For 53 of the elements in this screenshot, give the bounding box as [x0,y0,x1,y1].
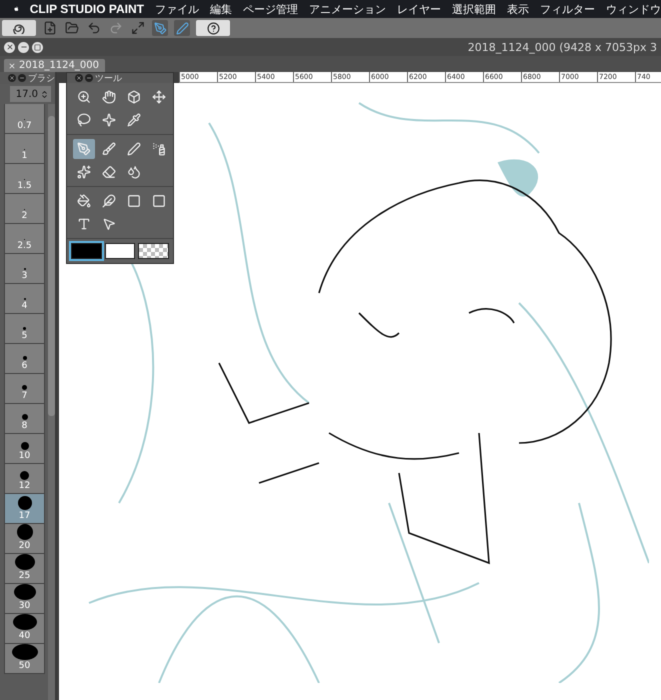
brush-size-item[interactable]: 30 [4,584,45,614]
brush-size-item[interactable]: 17 [4,494,45,524]
minimize-icon[interactable] [18,42,29,52]
spiral-logo-button[interactable] [2,20,36,36]
app-name[interactable]: CLIP STUDIO PAINT [30,2,144,16]
menu-item[interactable]: ウィンドウ [606,2,661,16]
brush-size-item[interactable]: 10 [4,434,45,464]
spiral-icon [12,22,26,34]
brush-size-item[interactable]: 1.5 [4,164,45,194]
color-swatch[interactable] [71,243,102,259]
menu-item[interactable]: レイヤー [397,2,441,16]
brush-size-item[interactable]: 20 [4,524,45,554]
brush-size-item[interactable]: 7 [4,374,45,404]
menu-item[interactable]: ページ管理 [243,2,298,16]
brush-size-item[interactable]: 3 [4,254,45,284]
help-button[interactable] [196,20,230,36]
menu-item[interactable]: 表示 [507,2,529,16]
menu-item[interactable]: 選択範囲 [452,2,496,16]
close-icon[interactable] [75,74,83,82]
brush-size-item[interactable]: 0.7 [4,104,45,134]
brush-size-field[interactable]: 17.0 [10,86,51,102]
panel-title: ブラシ [28,72,55,84]
close-icon[interactable] [8,74,16,82]
maximize-icon[interactable] [32,42,43,52]
new-file-icon[interactable] [42,20,58,36]
color-swatch[interactable] [138,243,170,259]
help-icon [206,22,220,34]
minimize-icon[interactable] [18,74,26,82]
brush-size-item[interactable]: 40 [4,614,45,644]
menu-item[interactable]: ファイル [155,2,199,16]
transform-icon[interactable] [130,20,146,36]
minimize-icon[interactable] [85,74,93,82]
brush-size-item[interactable]: 5 [4,314,45,344]
menu-item[interactable]: 編集 [210,2,232,16]
menu-item[interactable]: アニメーション [309,2,386,16]
brush-size-item[interactable]: 2.5 [4,224,45,254]
brush-size-item[interactable]: 1 [4,134,45,164]
brush-size-item[interactable]: 8 [4,404,45,434]
open-folder-icon[interactable] [64,20,80,36]
close-icon[interactable] [4,42,15,52]
undo-icon[interactable] [86,20,102,36]
brush-size-item[interactable]: 2 [4,194,45,224]
brush-size-item[interactable]: 50 [4,644,45,674]
brush-size-item[interactable]: 12 [4,464,45,494]
spinner-icon[interactable] [40,90,49,98]
brush-size-item[interactable]: 4 [4,284,45,314]
brush-size-item[interactable]: 25 [4,554,45,584]
color-swatch[interactable] [104,243,136,259]
brush-size-item[interactable]: 6 [4,344,45,374]
menu-item[interactable]: フィルター [540,2,595,16]
document-tab[interactable]: 2018_1124_000 [4,59,105,72]
window-title: 2018_1124_000 (9428 x 7053px 3 [468,40,657,54]
panel-title: ツール [95,73,122,83]
